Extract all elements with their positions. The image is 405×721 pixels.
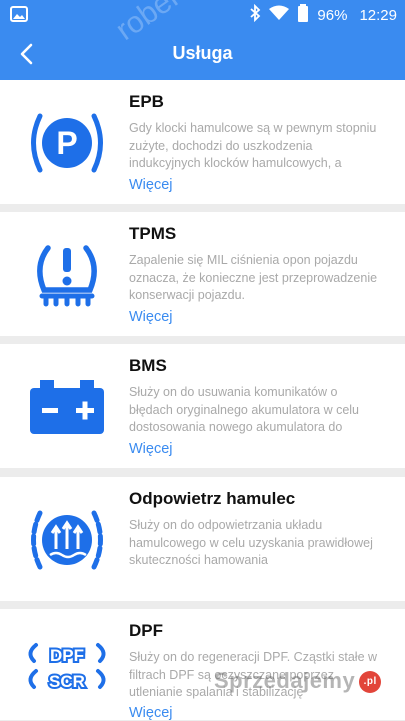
service-name: DPF (129, 621, 163, 640)
svg-text:P: P (56, 125, 77, 161)
service-card-dpf[interactable]: DPF SCR DPF Służy on do regeneracji DPF.… (0, 609, 405, 721)
service-card-epb[interactable]: P EPB Gdy klocki hamulcowe są w pewnym s… (0, 80, 405, 204)
bluetooth-icon (249, 3, 261, 26)
dpf-scr-icon: DPF SCR (26, 631, 108, 713)
service-card-bms[interactable]: BMS Służy on do usuwania komunikatów o b… (0, 344, 405, 468)
more-link[interactable]: Więcej (129, 705, 173, 721)
wifi-icon (269, 5, 290, 25)
watermark-bottom: Sprzedajemy .pl (214, 668, 382, 694)
watermark-text: Sprzedajemy (214, 668, 356, 693)
app-bar: Usługa (0, 28, 405, 80)
service-name: BMS (129, 356, 167, 375)
battery-icon (26, 366, 108, 448)
more-link[interactable]: Więcej (129, 177, 173, 193)
service-name: Odpowietrz hamulec (129, 489, 296, 508)
service-name: TPMS (129, 224, 177, 243)
more-link[interactable]: Więcej (129, 309, 173, 325)
dpf-icon-text: DPF (50, 646, 84, 665)
service-description: Gdy klocki hamulcowe są w pewnym stopniu… (129, 121, 377, 170)
service-description: Służy on do odpowietrzania układu hamulc… (129, 518, 373, 567)
tire-pressure-icon (26, 234, 108, 316)
service-card-brake-bleed[interactable]: Odpowietrz hamulec Służy on do odpowietr… (0, 477, 405, 601)
watermark-badge: .pl (359, 671, 382, 694)
gallery-notification-icon (10, 6, 28, 27)
status-bar: 96% 12:29 (0, 0, 405, 28)
page-title: Usługa (172, 43, 233, 63)
service-description: Zapalenie się MIL ciśnienia opon pojazdu… (129, 253, 378, 302)
brake-bleed-icon (26, 499, 108, 581)
parking-brake-icon: P (26, 102, 108, 184)
battery-percent: 96% (317, 6, 348, 24)
clock: 12:29 (359, 6, 397, 24)
service-card-tpms[interactable]: TPMS Zapalenie się MIL ciśnienia opon po… (0, 212, 405, 336)
service-name: EPB (129, 92, 164, 111)
service-description: Służy on do usuwania komunikatów o błęda… (129, 385, 360, 434)
more-link[interactable]: Więcej (129, 441, 173, 457)
scr-icon-text: SCR (49, 672, 85, 691)
battery-status-icon (297, 4, 309, 26)
